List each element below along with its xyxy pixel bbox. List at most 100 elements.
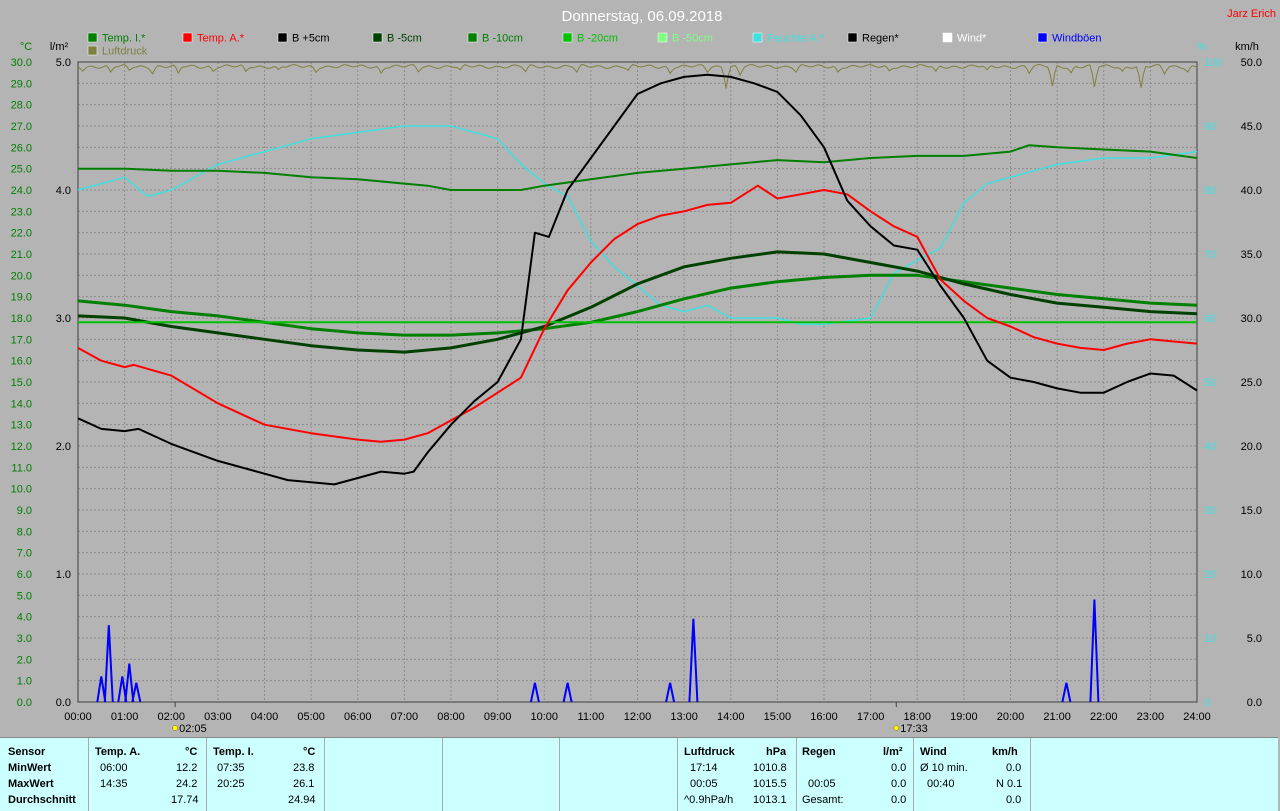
legend-label: Luftdruck [102, 46, 148, 58]
sun-icon [893, 725, 900, 731]
legend-swatch [467, 32, 478, 43]
stats-pressure-trend: ^0.9hPa/h [684, 794, 734, 806]
stats-temp-i-min-time: 07:35 [217, 762, 245, 774]
time-tick-label: 24:00 [1183, 711, 1211, 723]
legend-label: B -5cm [387, 33, 422, 45]
wind-tick-label: 25.0 [1241, 377, 1262, 389]
statistics-panel: Sensor MinWert MaxWert Durchschnitt Temp… [0, 737, 1278, 811]
stats-temp-a-min-time: 06:00 [100, 762, 128, 774]
sun-event-label: 17:33 [900, 723, 928, 735]
temp-tick-label: 13.0 [11, 420, 32, 432]
stats-temp-a-average: 17.74 [171, 794, 199, 806]
stats-pressure-unit: hPa [766, 746, 787, 758]
chart-background [0, 0, 1280, 737]
temp-tick-label: 15.0 [11, 377, 32, 389]
stats-wind-unit: km/h [992, 746, 1018, 758]
temp-tick-label: 29.0 [11, 78, 32, 90]
legend-label: Temp. I.* [102, 33, 146, 45]
time-tick-label: 08:00 [437, 711, 465, 723]
temp-tick-label: 20.0 [11, 270, 32, 282]
time-tick-label: 16:00 [810, 711, 838, 723]
legend-label: B -20cm [577, 33, 618, 45]
time-tick-label: 02:00 [157, 711, 185, 723]
stats-wind-total-value: 0.0 [1006, 794, 1022, 806]
unit-right-wind: km/h [1235, 41, 1259, 53]
stats-avg-label: Durchschnitt [8, 794, 76, 806]
stats-pressure-max-value: 1015.5 [753, 778, 787, 790]
stats-wind-max-value: N 0.1 [996, 778, 1023, 790]
humidity-tick-label: 10 [1204, 633, 1216, 645]
stats-rain-total-value: 0.0 [891, 794, 907, 806]
legend-swatch [562, 32, 573, 43]
temp-tick-label: 18.0 [11, 313, 32, 325]
stats-wind-avg-label: Ø 10 min. [920, 762, 968, 774]
temp-tick-label: 30.0 [11, 57, 32, 69]
stats-wind-avg-value: 0.0 [1006, 762, 1022, 774]
rain-tick-label: 1.0 [56, 569, 71, 581]
time-tick-label: 10:00 [530, 711, 558, 723]
stats-temp-a-max-time: 14:35 [100, 778, 128, 790]
stats-min-label: MinWert [8, 762, 52, 774]
stats-pressure-header: Luftdruck [684, 746, 735, 758]
legend-swatch [87, 32, 98, 43]
time-tick-label: 23:00 [1137, 711, 1165, 723]
humidity-tick-label: 0 [1204, 697, 1210, 709]
temp-tick-label: 26.0 [11, 142, 32, 154]
stats-rain-header: Regen [802, 746, 836, 758]
legend-swatch [277, 32, 288, 43]
humidity-tick-label: 40 [1204, 441, 1216, 453]
temp-tick-label: 9.0 [17, 505, 32, 517]
legend-swatch [657, 32, 668, 43]
unit-right-humidity: % [1197, 41, 1207, 53]
humidity-tick-label: 30 [1204, 505, 1216, 517]
legend-swatch [372, 32, 383, 43]
unit-left-rain: l/m² [50, 41, 69, 53]
temp-tick-label: 24.0 [11, 185, 32, 197]
temp-tick-label: 12.0 [11, 441, 32, 453]
rain-tick-label: 3.0 [56, 313, 71, 325]
stats-pressure-max-time: 00:05 [690, 778, 718, 790]
legend-swatch [182, 32, 193, 43]
temp-tick-label: 25.0 [11, 164, 32, 176]
legend-label: B +5cm [292, 33, 330, 45]
wind-tick-label: 0.0 [1247, 697, 1262, 709]
stats-rain-unit: l/m² [883, 746, 903, 758]
temp-tick-label: 27.0 [11, 121, 32, 133]
stats-rain-total-label: Gesamt: [802, 794, 844, 806]
legend-label: Regen* [862, 33, 899, 45]
temp-tick-label: 4.0 [17, 612, 32, 624]
stats-temp-i-max-value: 26.1 [293, 778, 315, 790]
temp-tick-label: 11.0 [11, 462, 32, 474]
temp-tick-label: 3.0 [17, 633, 32, 645]
stats-pressure-average: 1013.1 [753, 794, 787, 806]
temp-tick-label: 7.0 [17, 548, 32, 560]
chart-title: Donnerstag, 06.09.2018 [562, 8, 723, 25]
wind-tick-label: 35.0 [1241, 249, 1262, 261]
time-tick-label: 01:00 [111, 711, 139, 723]
temp-tick-label: 23.0 [11, 206, 32, 218]
time-tick-label: 13:00 [670, 711, 698, 723]
legend-label: B -50cm [672, 33, 713, 45]
temp-tick-label: 22.0 [11, 228, 32, 240]
time-tick-label: 09:00 [484, 711, 512, 723]
legend-swatch [942, 32, 953, 43]
wind-tick-label: 50.0 [1241, 57, 1262, 69]
time-tick-label: 03:00 [204, 711, 232, 723]
stats-temp-i-max-time: 20:25 [217, 778, 245, 790]
author-label: Jarz Erich [1227, 8, 1276, 20]
stats-temp-a-header: Temp. A. [95, 746, 141, 758]
humidity-tick-label: 70 [1204, 249, 1216, 261]
legend-label: Temp. A.* [197, 33, 245, 45]
temp-tick-label: 28.0 [11, 100, 32, 112]
time-tick-label: 06:00 [344, 711, 372, 723]
rain-tick-label: 2.0 [56, 441, 71, 453]
wind-tick-label: 10.0 [1241, 569, 1262, 581]
stats-temp-i-min-value: 23.8 [293, 762, 315, 774]
legend-swatch [87, 45, 98, 56]
legend-label: Windböen [1052, 33, 1102, 45]
temp-tick-label: 16.0 [11, 356, 32, 368]
sun-icon [172, 725, 178, 731]
legend-label: B -10cm [482, 33, 523, 45]
stats-temp-i-header: Temp. I. [213, 746, 254, 758]
wind-tick-label: 45.0 [1241, 121, 1262, 133]
